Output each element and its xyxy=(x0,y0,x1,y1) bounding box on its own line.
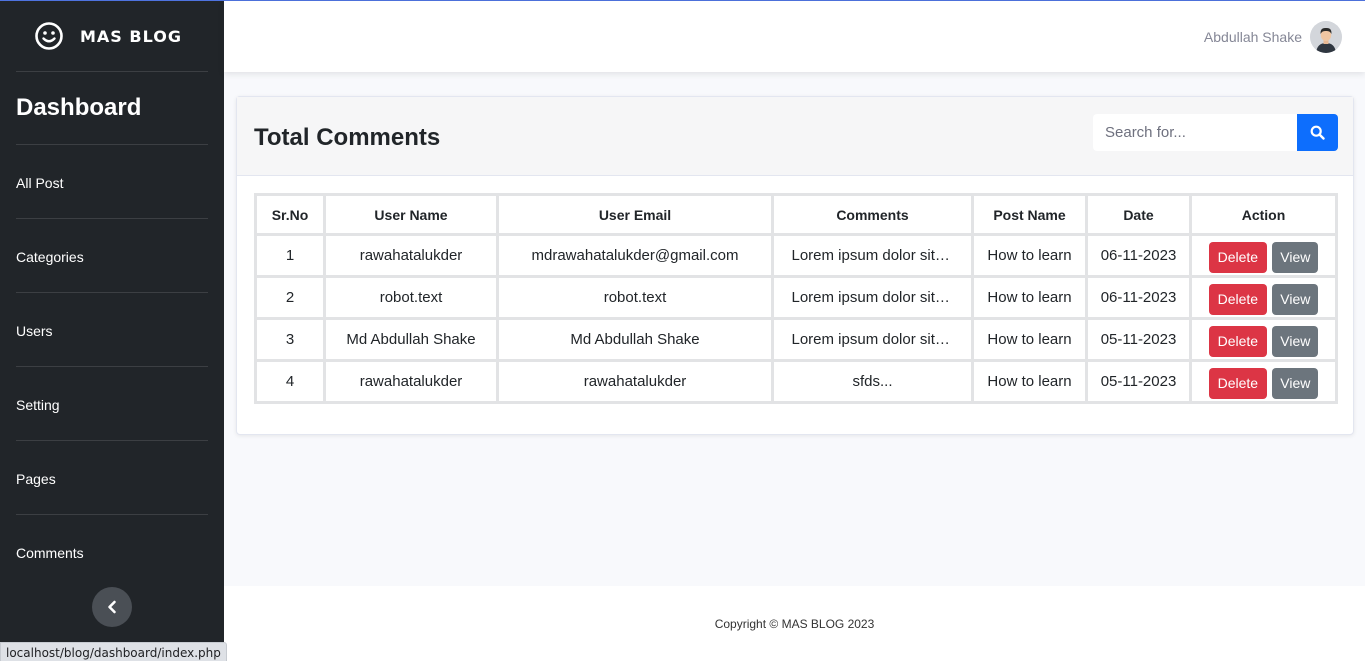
delete-button[interactable]: Delete xyxy=(1208,368,1268,399)
footer: Copyright © MAS BLOG 2023 xyxy=(224,586,1365,661)
brand[interactable]: MAS BLOG xyxy=(0,1,224,71)
cell-sr: 2 xyxy=(254,275,326,320)
cell-action: Delete View xyxy=(1189,359,1338,404)
brand-name: MAS BLOG xyxy=(80,26,182,46)
cell-comment: Lorem ipsum dolor sit amet xyxy=(771,317,974,362)
card-header: Total Comments xyxy=(237,97,1353,176)
view-button[interactable]: View xyxy=(1272,284,1319,315)
comment-text: sfds... xyxy=(852,373,893,391)
cell-user-email: Md Abdullah Shake xyxy=(496,317,774,362)
post-text: How to learn xyxy=(987,247,1072,265)
cell-action: Delete View xyxy=(1189,317,1338,362)
column-header: User Name xyxy=(323,193,499,236)
sidebar-item-comments[interactable]: Comments xyxy=(0,515,224,588)
cell-post: How to learn xyxy=(971,359,1088,404)
column-header: Date xyxy=(1085,193,1192,236)
post-text: How to learn xyxy=(987,289,1072,307)
cell-sr: 3 xyxy=(254,317,326,362)
comments-table: Sr.No User Name User Email Comments Post… xyxy=(254,193,1338,404)
search-input[interactable] xyxy=(1093,114,1297,151)
topbar: Abdullah Shake xyxy=(224,1,1365,72)
table-header-row: Sr.No User Name User Email Comments Post… xyxy=(254,193,1338,236)
cell-comment: Lorem ipsum dolor sit amet xyxy=(771,233,974,278)
cell-date: 06-11-2023 xyxy=(1085,275,1192,320)
smiley-logo-icon xyxy=(35,22,63,50)
cell-user-email: mdrawahatalukder@gmail.com xyxy=(496,233,774,278)
sidebar-toggle-button[interactable] xyxy=(92,587,132,627)
column-header: Post Name xyxy=(971,193,1088,236)
comment-text: Lorem ipsum dolor sit amet xyxy=(791,331,954,349)
cell-action: Delete View xyxy=(1189,275,1338,320)
sidebar-item-dashboard[interactable]: Dashboard xyxy=(0,72,224,144)
user-avatar-icon xyxy=(1310,21,1342,53)
table-row: 3 Md Abdullah Shake Md Abdullah Shake Lo… xyxy=(254,317,1338,362)
cell-user-name: rawahatalukder xyxy=(323,233,499,278)
sidebar-item-label: Categories xyxy=(16,248,84,265)
cell-comment: sfds... xyxy=(771,359,974,404)
cell-sr: 4 xyxy=(254,359,326,404)
sidebar-item-label: All Post xyxy=(16,174,64,191)
cell-user-name: rawahatalukder xyxy=(323,359,499,404)
sidebar-item-categories[interactable]: Categories xyxy=(0,219,224,292)
avatar[interactable] xyxy=(1310,21,1342,53)
cell-post: How to learn xyxy=(971,233,1088,278)
search-group xyxy=(1093,114,1338,151)
cell-date: 05-11-2023 xyxy=(1085,317,1192,362)
cell-date: 05-11-2023 xyxy=(1085,359,1192,404)
delete-button[interactable]: Delete xyxy=(1208,242,1268,273)
column-header: Comments xyxy=(771,193,974,236)
delete-button[interactable]: Delete xyxy=(1208,326,1268,357)
comments-card: Total Comments Sr.No User Name User Emai… xyxy=(236,96,1354,435)
delete-button[interactable]: Delete xyxy=(1208,284,1268,315)
search-button[interactable] xyxy=(1297,114,1338,151)
cell-user-email: robot.text xyxy=(496,275,774,320)
cell-post: How to learn xyxy=(971,317,1088,362)
cell-action: Delete View xyxy=(1189,233,1338,278)
sidebar-item-all-post[interactable]: All Post xyxy=(0,145,224,218)
view-button[interactable]: View xyxy=(1272,326,1319,357)
cell-comment: Lorem ipsum dolor sit amet xyxy=(771,275,974,320)
view-button[interactable]: View xyxy=(1272,368,1319,399)
sidebar-item-users[interactable]: Users xyxy=(0,293,224,366)
column-header: User Email xyxy=(496,193,774,236)
search-icon xyxy=(1310,125,1325,140)
comment-text: Lorem ipsum dolor sit amet xyxy=(791,289,954,307)
sidebar-item-label: Comments xyxy=(16,544,84,561)
view-button[interactable]: View xyxy=(1272,242,1319,273)
copyright-text: Copyright © MAS BLOG 2023 xyxy=(714,617,875,631)
cell-user-email: rawahatalukder xyxy=(496,359,774,404)
sidebar-item-label: Users xyxy=(16,322,53,339)
table-row: 4 rawahatalukder rawahatalukder sfds... … xyxy=(254,359,1338,404)
sidebar-item-label: Setting xyxy=(16,396,60,413)
chevron-left-icon xyxy=(108,600,116,614)
cell-user-name: robot.text xyxy=(323,275,499,320)
cell-user-name: Md Abdullah Shake xyxy=(323,317,499,362)
table-row: 1 rawahatalukder mdrawahatalukder@gmail.… xyxy=(254,233,1338,278)
sidebar-item-pages[interactable]: Pages xyxy=(0,441,224,514)
cell-date: 06-11-2023 xyxy=(1085,233,1192,278)
cell-post: How to learn xyxy=(971,275,1088,320)
column-header: Action xyxy=(1189,193,1338,236)
column-header: Sr.No xyxy=(254,193,326,236)
sidebar: MAS BLOG Dashboard All Post Categories U… xyxy=(0,1,224,661)
sidebar-item-label: Pages xyxy=(16,470,56,487)
table-row: 2 robot.text robot.text Lorem ipsum dolo… xyxy=(254,275,1338,320)
cell-sr: 1 xyxy=(254,233,326,278)
sidebar-item-setting[interactable]: Setting xyxy=(0,367,224,440)
status-bar-url: localhost/blog/dashboard/index.php xyxy=(0,642,227,661)
post-text: How to learn xyxy=(987,331,1072,349)
user-name[interactable]: Abdullah Shake xyxy=(1204,29,1302,45)
post-text: How to learn xyxy=(987,373,1072,391)
page-title: Total Comments xyxy=(254,124,441,151)
comment-text: Lorem ipsum dolor sit amet xyxy=(791,247,954,265)
